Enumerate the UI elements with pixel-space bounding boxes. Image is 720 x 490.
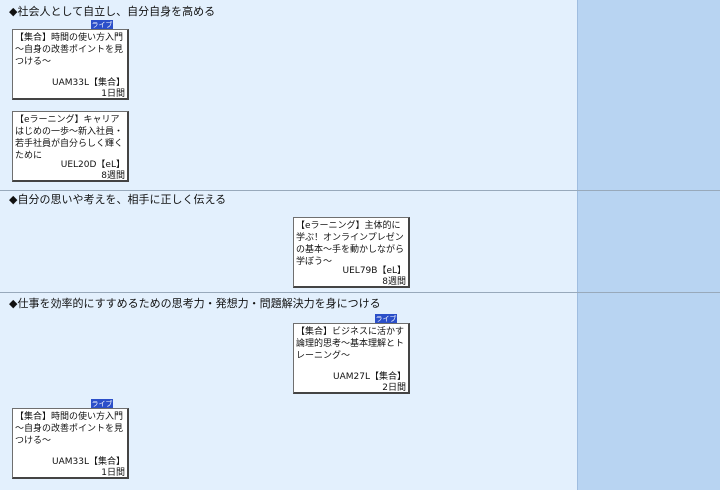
course-duration: 1日間 [101,468,125,478]
course-card-uel20d[interactable]: 【eラーニング】キャリアはじめの一歩～新入社員・若手社員が自分らしく輝くために … [12,111,129,182]
course-duration: 8週間 [382,277,406,287]
course-card-uam33l[interactable]: 【集合】時間の使い方入門～自身の改善ポイントを見つける～ UAM33L【集合】 … [12,29,129,100]
course-title: 【集合】ビジネスに活かす論理的思考～基本理解とトレーニング～ [296,327,405,361]
section-title-communication: ◆自分の思いや考えを、相手に正しく伝える [9,193,227,206]
course-card-uam33l-2[interactable]: 【集合】時間の使い方入門～自身の改善ポイントを見つける～ UAM33L【集合】 … [12,408,129,479]
course-code: UAM27L【集合】 [333,372,406,382]
course-card-uel79b[interactable]: 【eラーニング】主体的に学ぶ！オンラインプレゼンの基本～手を動かしながら学ぼう～… [293,217,410,288]
course-code: UEL20D【eL】 [60,160,125,170]
course-code: UEL79B【eL】 [342,266,406,276]
course-code: UAM33L【集合】 [52,457,125,467]
section-title-thinking-skills: ◆仕事を効率的にすすめるための思考力・発想力・問題解決力を身につける [9,297,381,310]
course-title: 【集合】時間の使い方入門～自身の改善ポイントを見つける～ [15,412,124,446]
course-title: 【eラーニング】主体的に学ぶ！オンラインプレゼンの基本～手を動かしながら学ぼう～ [296,221,405,267]
course-duration: 8週間 [101,171,125,181]
course-title: 【eラーニング】キャリアはじめの一歩～新入社員・若手社員が自分らしく輝くために [15,115,124,161]
course-title: 【集合】時間の使い方入門～自身の改善ポイントを見つける～ [15,33,124,67]
right-column-panel [577,0,720,490]
course-code: UAM33L【集合】 [52,78,125,88]
section-divider [0,292,720,293]
course-duration: 2日間 [382,383,406,393]
course-card-uam27l[interactable]: 【集合】ビジネスに活かす論理的思考～基本理解とトレーニング～ UAM27L【集合… [293,323,410,394]
course-duration: 1日間 [101,89,125,99]
section-divider [0,190,720,191]
section-title-self-growth: ◆社会人として自立し、自分自身を高める [9,5,216,18]
